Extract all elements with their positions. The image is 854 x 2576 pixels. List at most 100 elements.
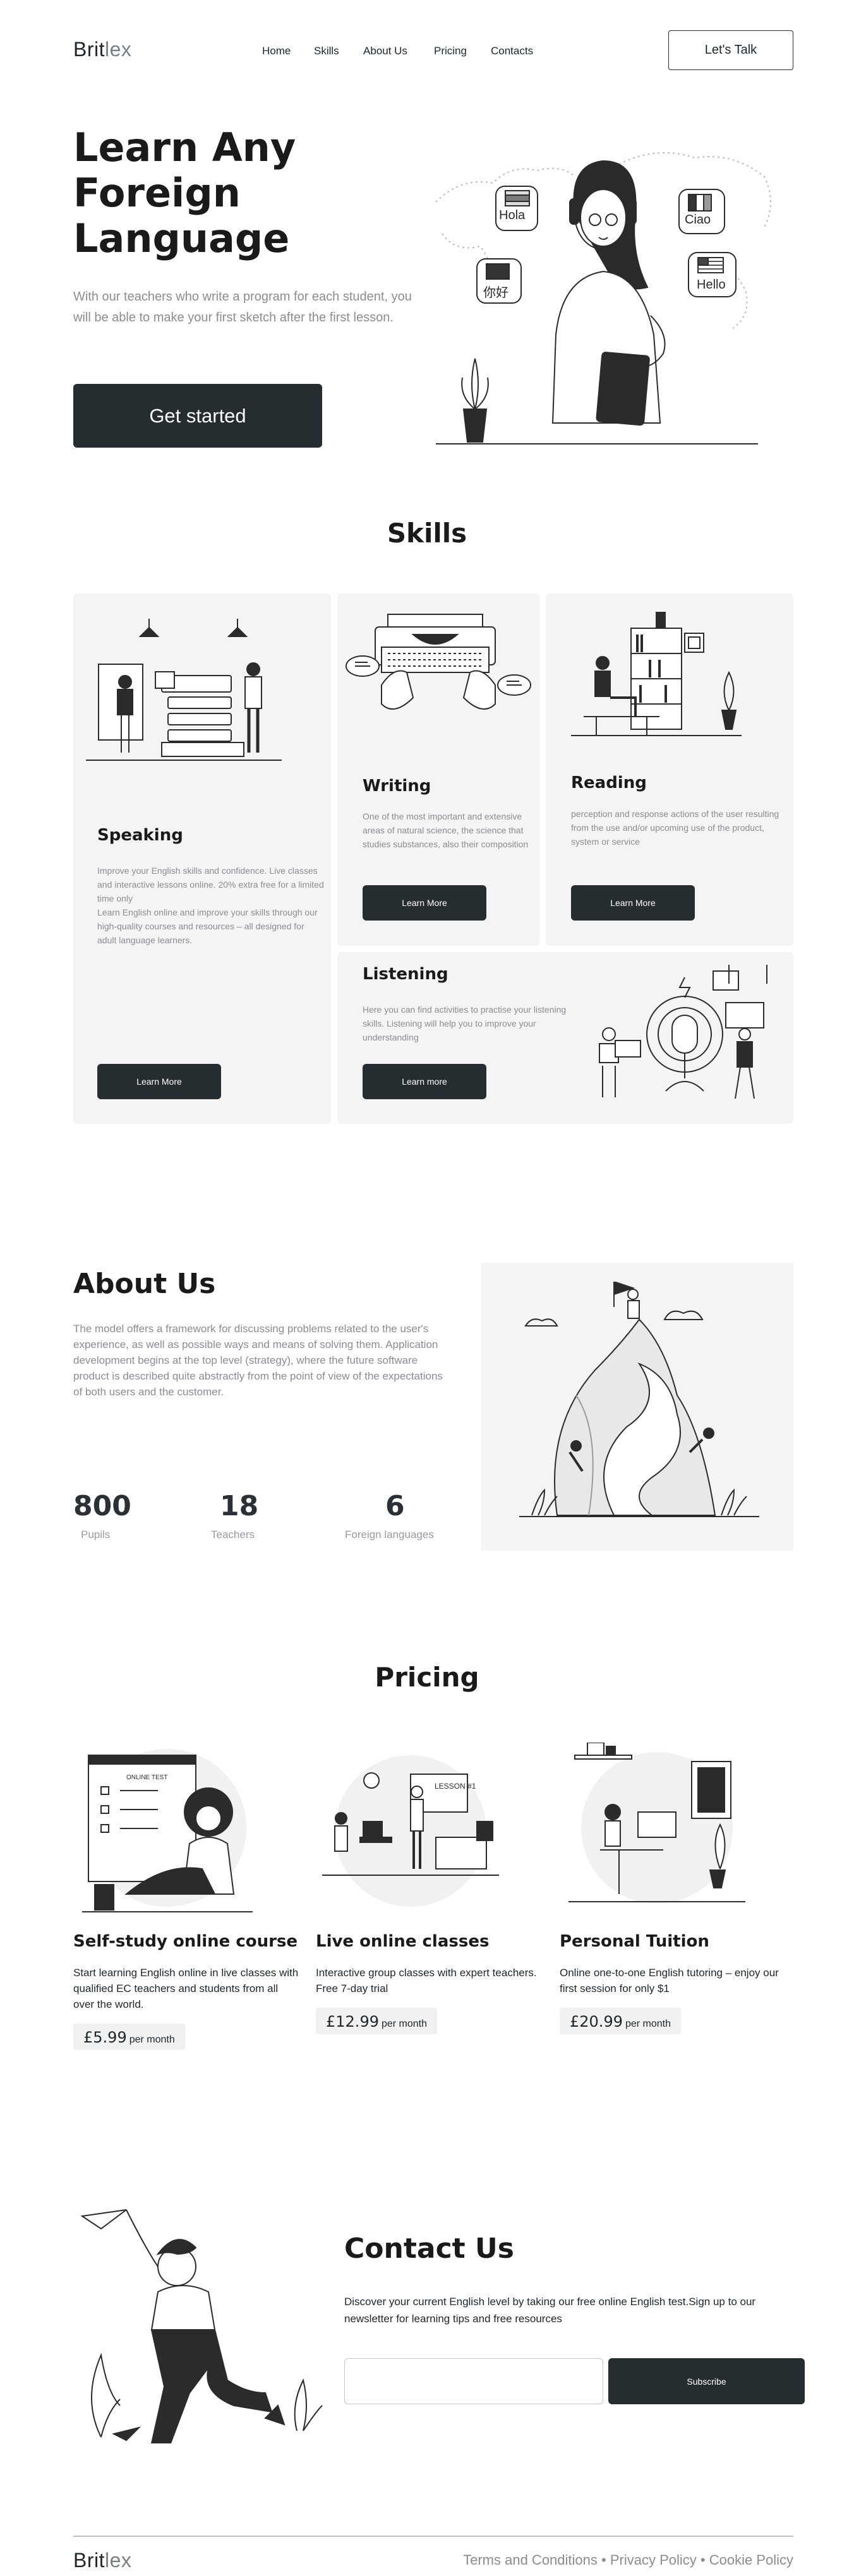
contact-text: Discover your current English level by t…	[344, 2296, 756, 2325]
reading-learn-more-button[interactable]: Learn More	[571, 885, 695, 921]
pricing-illustration-self-study: ONLINE TEST	[76, 1743, 259, 1919]
footer-separator-2: •	[700, 2552, 706, 2568]
plan-live-classes-text: Interactive group classes with expert te…	[316, 1967, 537, 1995]
stat-languages-label: Foreign languages	[345, 1529, 434, 1541]
nihao-text: 你好	[483, 286, 508, 300]
online-test-label: ONLINE TEST	[126, 1774, 168, 1781]
subscribe-label: Subscribe	[687, 2376, 726, 2387]
writing-learn-more-label: Learn More	[402, 898, 447, 908]
nav-contacts[interactable]: Contacts	[491, 45, 533, 57]
get-started-label: Get started	[149, 404, 246, 427]
hero-title-line2: Foreign	[73, 170, 241, 216]
plan-self-study-amount: £5.99	[83, 2029, 127, 2046]
brand-logo[interactable]: Britlex	[73, 38, 131, 61]
newsletter-email-input[interactable]	[344, 2358, 603, 2404]
footer-divider	[73, 2536, 793, 2537]
speaking-illustration	[86, 619, 318, 764]
reading-learn-more-label: Learn More	[610, 898, 656, 908]
listening-learn-more-button[interactable]: Learn more	[363, 1064, 486, 1099]
contact-illustration	[76, 2203, 341, 2443]
stat-teachers: 18 Teachers	[211, 1490, 312, 1541]
plan-live-classes-period: per month	[381, 2018, 428, 2029]
listening-illustration	[584, 965, 779, 1110]
stat-teachers-label: Teachers	[211, 1529, 255, 1541]
hero-subtitle: With our teachers who write a program fo…	[73, 290, 412, 325]
lets-talk-label: Let's Talk	[704, 43, 757, 57]
writing-illustration	[344, 609, 533, 754]
contact-heading: Contact Us	[344, 2233, 514, 2265]
skill-card-reading: Reading perception and response actions …	[546, 593, 793, 946]
about-heading: About Us	[73, 1268, 216, 1300]
listening-text: Here you can find activities to practise…	[363, 1005, 567, 1042]
pricing-illustration-personal-tuition	[562, 1743, 752, 1919]
lesson-label: LESSON #1	[435, 1782, 476, 1791]
plan-self-study-text: Start learning English online in live cl…	[73, 1967, 299, 2010]
stat-languages-value: 6	[385, 1490, 405, 1522]
speaking-text: Improve your English skills and confiden…	[97, 866, 324, 945]
plan-personal-tuition-amount: £20.99	[570, 2013, 623, 2030]
plan-live-classes-price: £12.99 per month	[316, 2008, 438, 2034]
nav-skills[interactable]: Skills	[314, 45, 339, 57]
about-illustration	[519, 1282, 759, 1534]
writing-title: Writing	[363, 777, 431, 796]
plan-personal-tuition-title: Personal Tuition	[560, 1932, 709, 1951]
plan-personal-tuition-period: per month	[625, 2018, 671, 2029]
footer-brand-logo[interactable]: Britlex	[73, 2549, 131, 2572]
get-started-button[interactable]: Get started	[73, 384, 322, 448]
hello-text: Hello	[697, 278, 726, 292]
pricing-illustration-live-classes: LESSON #1	[316, 1749, 505, 1913]
footer-links: Terms and Conditions • Privacy Policy • …	[463, 2552, 793, 2568]
hero-title: Learn Any Foreign Language	[73, 125, 296, 261]
speaking-learn-more-label: Learn More	[136, 1076, 182, 1087]
plan-live-classes-amount: £12.99	[326, 2013, 379, 2030]
footer-brand-part1: Brit	[73, 2549, 105, 2572]
plan-personal-tuition-text: Online one-to-one English tutoring – enj…	[560, 1967, 779, 1995]
nav-home[interactable]: Home	[262, 45, 291, 57]
brand-logo-part2: lex	[105, 38, 132, 61]
footer-link-terms[interactable]: Terms and Conditions	[463, 2552, 598, 2568]
footer-link-privacy[interactable]: Privacy Policy	[610, 2552, 697, 2568]
nav-pricing[interactable]: Pricing	[434, 45, 467, 57]
plan-live-classes-title: Live online classes	[316, 1932, 490, 1951]
about-illustration-panel	[481, 1263, 793, 1551]
stat-pupils: 800 Pupils	[73, 1490, 174, 1541]
skill-card-listening: Listening Here you can find activities t…	[337, 952, 793, 1124]
plan-personal-tuition-price: £20.99 per month	[560, 2008, 682, 2034]
reading-title: Reading	[571, 773, 647, 792]
footer-link-cookie[interactable]: Cookie Policy	[709, 2552, 793, 2568]
speaking-title: Speaking	[97, 826, 183, 845]
stat-teachers-value: 18	[220, 1490, 259, 1522]
writing-text: One of the most important and extensive …	[363, 811, 529, 849]
stat-pupils-value: 800	[73, 1490, 131, 1522]
reading-text: perception and response actions of the u…	[571, 809, 779, 847]
pricing-heading: Pricing	[375, 1662, 479, 1693]
plan-personal-tuition: Personal Tuition Online one-to-one Engli…	[560, 1932, 793, 2034]
reading-illustration	[571, 603, 773, 742]
about-text: The model offers a framework for discuss…	[73, 1323, 443, 1398]
brand-logo-part1: Brit	[73, 38, 105, 61]
nav-about-us[interactable]: About Us	[363, 45, 407, 57]
hero-title-line1: Learn Any	[73, 124, 296, 170]
writing-learn-more-button[interactable]: Learn More	[363, 885, 486, 921]
listening-learn-more-label: Learn more	[402, 1076, 447, 1087]
hola-text: Hola	[499, 208, 526, 222]
lets-talk-button[interactable]: Let's Talk	[668, 30, 793, 70]
subscribe-button[interactable]: Subscribe	[608, 2358, 805, 2404]
skill-card-writing: Writing One of the most important and ex…	[337, 593, 539, 946]
plan-self-study-price: £5.99 per month	[73, 2024, 185, 2050]
plan-self-study: Self-study online course Start learning …	[73, 1932, 301, 2050]
listening-title: Listening	[363, 965, 448, 984]
footer-brand-part2: lex	[105, 2549, 132, 2572]
plan-self-study-title: Self-study online course	[73, 1932, 298, 1951]
skill-card-speaking: Speaking Improve your English skills and…	[73, 593, 331, 1124]
hero-illustration: Hola Ciao 你好 Hello	[430, 126, 783, 448]
skills-heading: Skills	[387, 518, 467, 549]
hero-title-line3: Language	[73, 215, 290, 261]
speaking-learn-more-button[interactable]: Learn More	[97, 1064, 221, 1099]
stat-languages: 6 Foreign languages	[345, 1490, 471, 1541]
footer-separator-1: •	[601, 2552, 606, 2568]
plan-self-study-period: per month	[129, 2034, 175, 2045]
ciao-text: Ciao	[685, 213, 711, 227]
plan-live-classes: Live online classes Interactive group cl…	[316, 1932, 543, 2034]
stat-pupils-label: Pupils	[81, 1529, 111, 1541]
